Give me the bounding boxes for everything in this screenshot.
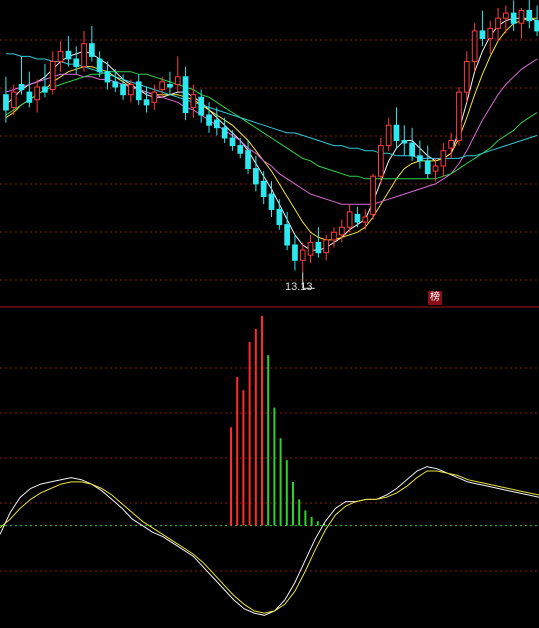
candle-body bbox=[448, 140, 454, 149]
indicator-line-2 bbox=[0, 470, 539, 614]
candle-body bbox=[503, 12, 509, 19]
candle-body bbox=[198, 96, 205, 116]
candle-body bbox=[339, 226, 345, 236]
candle-body bbox=[315, 242, 322, 254]
candle-body bbox=[214, 119, 220, 129]
candle-body bbox=[10, 91, 17, 108]
candle-body bbox=[229, 137, 236, 147]
candle-body bbox=[307, 242, 314, 256]
rank-badge[interactable]: 榜 bbox=[428, 291, 442, 305]
histogram-bars bbox=[230, 315, 325, 526]
candle-body bbox=[34, 86, 40, 101]
low-price-label: 13.13 bbox=[285, 281, 313, 293]
chart-canvas bbox=[0, 0, 539, 616]
indicator-lines bbox=[0, 466, 539, 616]
candle-body bbox=[26, 91, 33, 103]
candle-body bbox=[276, 208, 283, 226]
candle-body bbox=[354, 213, 361, 223]
indicator-line-1 bbox=[0, 466, 539, 616]
candle-body bbox=[424, 160, 431, 175]
candle-body bbox=[260, 180, 267, 198]
candle-body bbox=[245, 150, 251, 169]
indicator-grid bbox=[0, 367, 539, 572]
candle-body bbox=[393, 124, 400, 141]
candle-body bbox=[479, 30, 486, 39]
candle-body bbox=[378, 145, 384, 177]
candle-body bbox=[151, 91, 158, 103]
candle-body bbox=[65, 50, 72, 60]
candle-body bbox=[120, 84, 126, 96]
candle-body bbox=[174, 76, 181, 85]
candle-body bbox=[167, 84, 173, 88]
candle-body bbox=[471, 30, 478, 62]
candle-body bbox=[135, 81, 142, 101]
candle-body bbox=[495, 17, 501, 29]
candle-body bbox=[190, 94, 197, 108]
candle-body bbox=[18, 84, 25, 91]
candle-body bbox=[346, 211, 353, 228]
candle-body bbox=[57, 50, 64, 62]
candle-body bbox=[487, 27, 494, 40]
candle-body bbox=[96, 58, 103, 73]
candle-body bbox=[526, 10, 533, 22]
candle-body bbox=[409, 142, 415, 157]
candle-body bbox=[182, 76, 189, 114]
candle-body bbox=[128, 84, 134, 96]
candle-body bbox=[518, 10, 525, 24]
candle-body bbox=[143, 99, 150, 106]
candle-body bbox=[510, 12, 517, 24]
candle-body bbox=[112, 81, 119, 88]
candle-body bbox=[432, 165, 439, 172]
candle-body bbox=[284, 224, 290, 246]
candle-body bbox=[534, 20, 539, 32]
candle-body bbox=[253, 168, 259, 185]
candle-body bbox=[323, 239, 329, 254]
candle-body bbox=[159, 81, 166, 91]
candle-body bbox=[299, 249, 306, 261]
candle-body bbox=[440, 150, 447, 167]
candle-body bbox=[292, 244, 298, 261]
candle-body bbox=[89, 43, 95, 57]
candle-body bbox=[206, 114, 212, 126]
candle-body bbox=[42, 86, 48, 93]
candle-body bbox=[49, 61, 56, 90]
candle-body bbox=[73, 58, 80, 68]
candle-body bbox=[401, 140, 408, 144]
candle-body bbox=[362, 216, 369, 223]
candle-body bbox=[268, 193, 275, 210]
candle-body bbox=[463, 61, 470, 93]
candle-body bbox=[221, 127, 228, 139]
candle-body bbox=[237, 145, 244, 154]
candle-body bbox=[417, 155, 423, 162]
candle-body bbox=[370, 175, 376, 215]
candle-body bbox=[456, 91, 462, 141]
candle-body bbox=[385, 124, 392, 147]
candle-body bbox=[3, 94, 9, 111]
candle-body bbox=[81, 43, 87, 68]
candle-body bbox=[331, 231, 337, 241]
candle-body bbox=[104, 71, 111, 83]
